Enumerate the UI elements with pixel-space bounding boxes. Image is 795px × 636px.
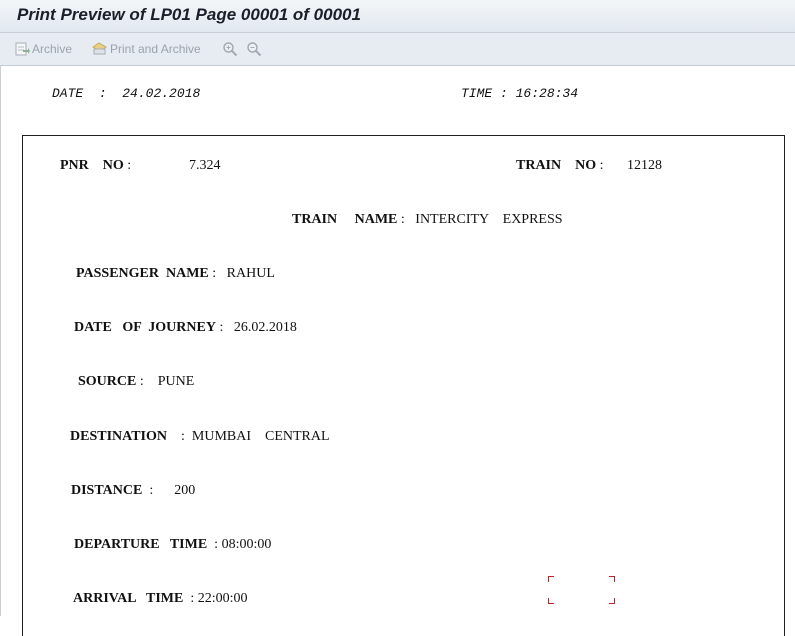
pnr-value: 7.324	[189, 158, 221, 173]
print-and-archive-button[interactable]: Print and Archive	[91, 39, 201, 59]
journey-date-field: DATE OF JOURNEY : 26.02.2018	[74, 320, 297, 335]
distance-field: DISTANCE : 200	[71, 483, 196, 498]
print-archive-icon	[92, 42, 107, 55]
archive-icon	[15, 42, 30, 56]
toolbar: Archive Print and Archive	[0, 33, 795, 66]
train-name-field: TRAIN NAME : INTERCITY EXPRESS	[292, 212, 563, 227]
zoom-in-button[interactable]	[222, 39, 240, 59]
frame-corner-bottom-left	[548, 598, 554, 604]
title-bar: Print Preview of LP01 Page 00001 of 0000…	[0, 0, 795, 33]
print-date: DATE : 24.02.2018	[52, 86, 201, 101]
print-and-archive-label: Print and Archive	[110, 42, 201, 56]
destination-field: DESTINATION : MUMBAI CENTRAL	[70, 429, 330, 444]
passenger-name-field: PASSENGER NAME : RAHUL	[76, 266, 275, 281]
zoom-out-button[interactable]	[246, 39, 264, 59]
archive-label: Archive	[32, 42, 73, 56]
archive-button[interactable]: Archive	[14, 39, 72, 59]
departure-time-field: DEPARTURE TIME : 08:00:00	[74, 537, 272, 552]
frame-corner-top-right	[609, 576, 615, 582]
print-time: TIME : 16:28:34	[461, 86, 579, 101]
frame-corner-top-left	[548, 576, 554, 582]
zoom-out-icon	[247, 42, 262, 57]
pnr-field: PNR NO :	[60, 158, 132, 173]
train-no-field: TRAIN NO :	[516, 158, 604, 173]
train-no-value: 12128	[627, 158, 662, 173]
zoom-in-icon	[223, 42, 238, 57]
window-title: Print Preview of LP01 Page 00001 of 0000…	[17, 5, 361, 24]
frame-corner-bottom-right	[609, 598, 615, 604]
arrival-time-field: ARRIVAL TIME : 22:00:00	[73, 591, 248, 606]
source-field: SOURCE : PUNE	[78, 374, 195, 389]
